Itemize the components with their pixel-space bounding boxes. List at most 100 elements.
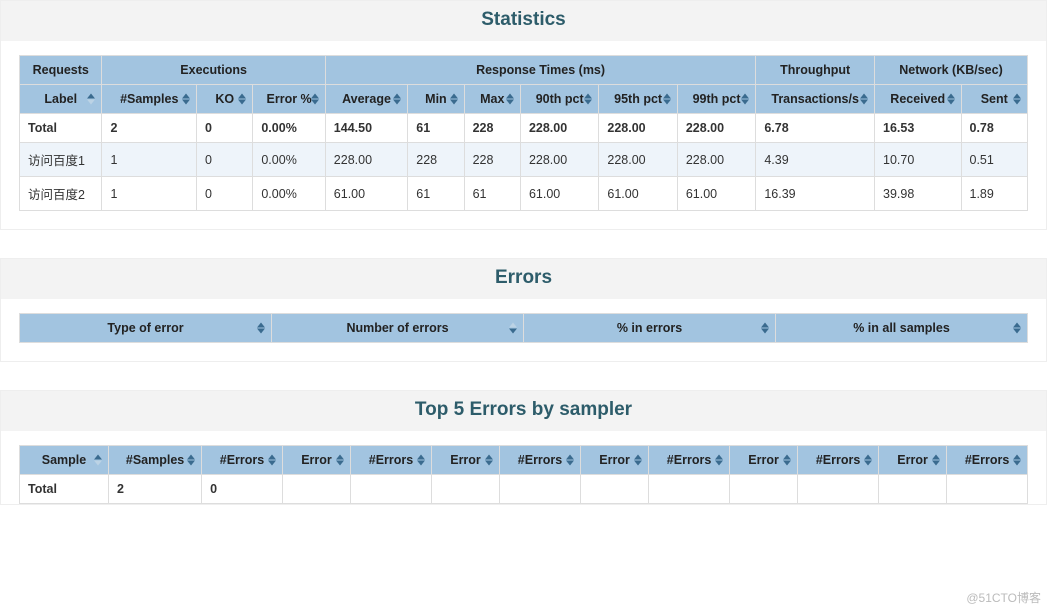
sort-icon [1013,455,1021,466]
group-executions: Executions [102,56,325,85]
col-error4[interactable]: Error [729,446,797,475]
cell-error_pct: 0.00% [253,177,325,211]
cell-average: 144.50 [325,114,407,143]
sort-icon [182,94,190,105]
table-row: Total20 [20,475,1028,504]
sort-icon [238,94,246,105]
col-nerrors5[interactable]: #Errors [947,446,1028,475]
top5-header: Top 5 Errors by sampler [1,391,1046,431]
statistics-title: Statistics [1,9,1046,31]
sort-icon [864,455,872,466]
col-label[interactable]: Label [20,85,102,114]
group-response-times: Response Times (ms) [325,56,756,85]
top5-section: Top 5 Errors by sampler Sample #Samples … [0,390,1047,505]
sort-icon [506,94,514,105]
cell-pct99: 228.00 [677,143,755,177]
col-error5[interactable]: Error [878,446,946,475]
cell-sent: 1.89 [961,177,1028,211]
sort-icon [932,455,940,466]
cell-e1 [282,475,350,504]
col-nerrors2[interactable]: #Errors [500,446,581,475]
col-tps[interactable]: Transactions/s [756,85,875,114]
cell-min: 228 [408,143,464,177]
col-top5-samples[interactable]: #Samples [109,446,202,475]
col-average[interactable]: Average [325,85,407,114]
sort-icon [336,455,344,466]
col-nerrors1[interactable]: #Errors [351,446,432,475]
sort-icon [741,94,749,105]
col-error3[interactable]: Error [580,446,648,475]
sort-icon [947,94,955,105]
cell-n4 [798,475,879,504]
statistics-table: Requests Executions Response Times (ms) … [19,55,1028,211]
col-max[interactable]: Max [464,85,520,114]
statistics-section: Statistics Requests Executions Response … [0,0,1047,230]
cell-pct95: 228.00 [599,143,677,177]
col-samples[interactable]: #Samples [102,85,197,114]
col-sent[interactable]: Sent [961,85,1028,114]
col-nerrors3[interactable]: #Errors [649,446,730,475]
cell-sent: 0.78 [961,114,1028,143]
cell-min: 61 [408,177,464,211]
cell-sample: Total [20,475,109,504]
group-network: Network (KB/sec) [875,56,1028,85]
col-error2[interactable]: Error [431,446,499,475]
cell-pct90: 228.00 [520,143,598,177]
col-nerrors4[interactable]: #Errors [798,446,879,475]
cell-pct95: 61.00 [599,177,677,211]
sort-icon [663,94,671,105]
cell-received: 10.70 [875,143,962,177]
cell-n3 [649,475,730,504]
cell-errors: 0 [202,475,283,504]
sort-icon [715,455,723,466]
col-pct-samples[interactable]: % in all samples [776,314,1028,343]
col-ko[interactable]: KO [197,85,253,114]
cell-e3 [580,475,648,504]
cell-tps: 16.39 [756,177,875,211]
table-row: 访问百度1100.00%228.00228228228.00228.00228.… [20,143,1028,177]
sort-icon [87,94,95,105]
errors-section: Errors Type of error Number of errors % … [0,258,1047,362]
group-throughput: Throughput [756,56,875,85]
table-row: 访问百度2100.00%61.00616161.0061.0061.0016.3… [20,177,1028,211]
errors-title: Errors [1,267,1046,289]
col-top5-errors[interactable]: #Errors [202,446,283,475]
cell-n1 [351,475,432,504]
cell-pct90: 61.00 [520,177,598,211]
sort-icon [860,94,868,105]
col-error-type[interactable]: Type of error [20,314,272,343]
cell-ko: 0 [197,177,253,211]
cell-samples: 2 [109,475,202,504]
col-pct-errors[interactable]: % in errors [524,314,776,343]
cell-max: 61 [464,177,520,211]
sort-icon [509,323,517,334]
sort-icon [417,455,425,466]
sort-icon [1013,323,1021,334]
column-header-row: Sample #Samples #Errors Error #Errors Er… [20,446,1028,475]
cell-max: 228 [464,114,520,143]
cell-pct95: 228.00 [599,114,677,143]
errors-table: Type of error Number of errors % in erro… [19,313,1028,343]
cell-received: 39.98 [875,177,962,211]
col-min[interactable]: Min [408,85,464,114]
sort-icon [485,455,493,466]
col-95th[interactable]: 95th pct [599,85,677,114]
table-row: Total200.00%144.5061228228.00228.00228.0… [20,114,1028,143]
col-error1[interactable]: Error [282,446,350,475]
cell-label: 访问百度2 [20,177,102,211]
col-99th[interactable]: 99th pct [677,85,755,114]
col-sample[interactable]: Sample [20,446,109,475]
col-received[interactable]: Received [875,85,962,114]
top5-table: Sample #Samples #Errors Error #Errors Er… [19,445,1028,504]
col-error-pct[interactable]: Error % [253,85,325,114]
sort-icon [257,323,265,334]
sort-icon [584,94,592,105]
cell-samples: 2 [102,114,197,143]
statistics-header: Statistics [1,1,1046,41]
col-90th[interactable]: 90th pct [520,85,598,114]
cell-e4 [729,475,797,504]
group-requests: Requests [20,56,102,85]
group-header-row: Requests Executions Response Times (ms) … [20,56,1028,85]
col-error-number[interactable]: Number of errors [272,314,524,343]
cell-n5 [947,475,1028,504]
